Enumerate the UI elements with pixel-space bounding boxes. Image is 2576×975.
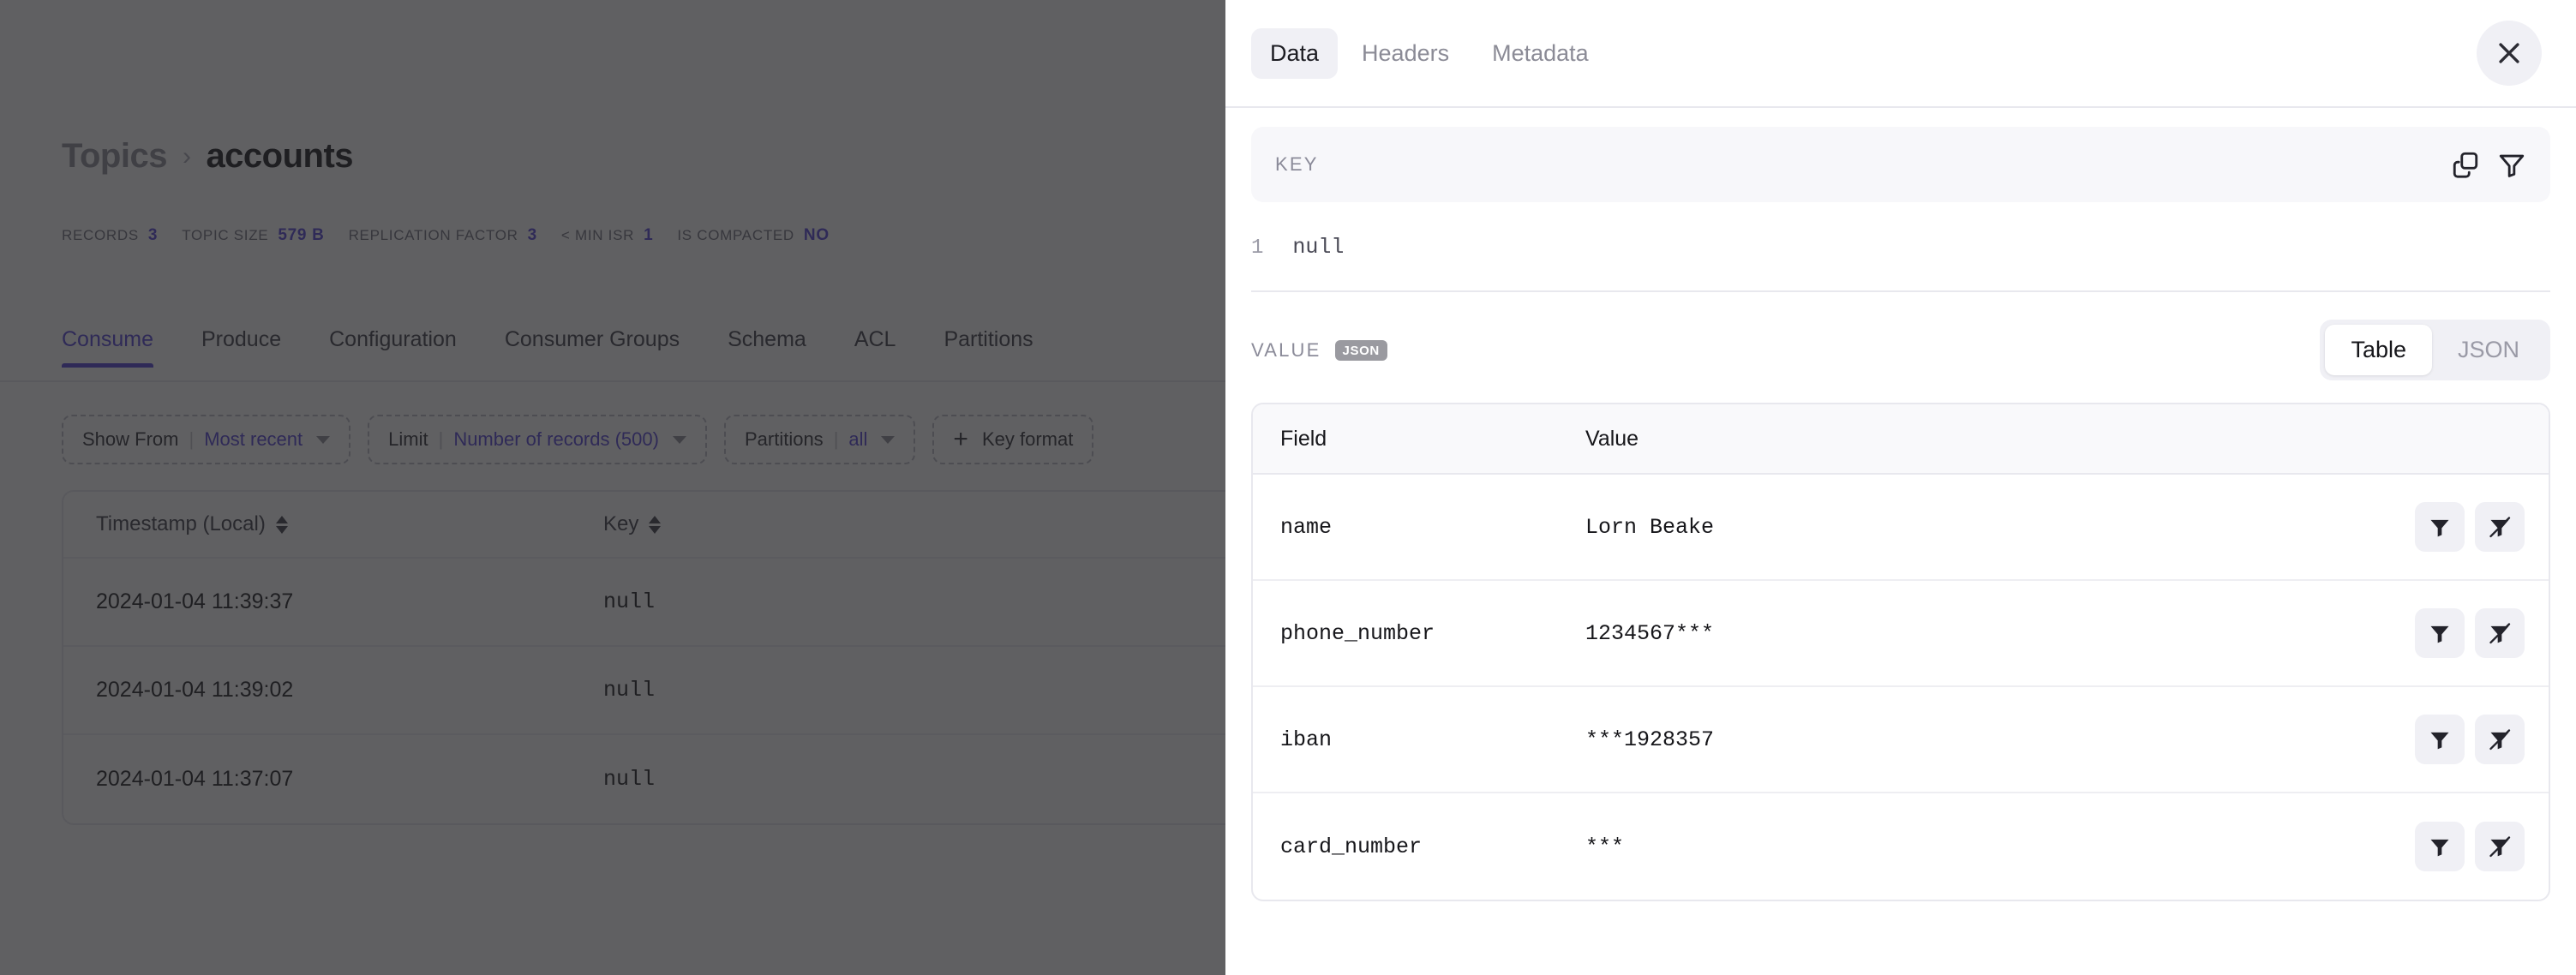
cell-field: iban: [1280, 727, 1333, 752]
key-section-actions: [2451, 150, 2526, 179]
exclude-value-button[interactable]: [2475, 608, 2525, 658]
row-actions: [2415, 822, 2525, 871]
cell-field: phone_number: [1280, 620, 1435, 646]
filter-icon: [2428, 834, 2452, 858]
table-row: name Lorn Beake: [1253, 475, 2549, 581]
row-actions: [2415, 608, 2525, 658]
filter-by-value-button[interactable]: [2415, 715, 2465, 764]
panel-tab-data[interactable]: Data: [1251, 27, 1339, 79]
filter-by-value-button[interactable]: [2415, 608, 2465, 658]
exclude-value-button[interactable]: [2475, 822, 2525, 871]
filter-off-icon: [2488, 727, 2512, 751]
copy-icon[interactable]: [2451, 150, 2480, 179]
column-header-field: Field: [1280, 426, 1327, 451]
filter-icon: [2428, 515, 2452, 539]
key-section-label: KEY: [1275, 153, 1319, 175]
exclude-value-button[interactable]: [2475, 502, 2525, 552]
filter-icon: [2428, 621, 2452, 645]
cell-value: ***1928357: [1585, 727, 1715, 752]
panel-tab-headers[interactable]: Headers: [1343, 28, 1468, 79]
filter-icon: [2428, 727, 2452, 751]
value-section-header: VALUE JSON Table JSON: [1251, 292, 2550, 403]
cell-value: 1234567***: [1585, 620, 1715, 646]
panel-body: KEY 1 null VALUE JSON Table JSON Field V…: [1225, 108, 2576, 975]
row-actions: [2415, 502, 2525, 552]
key-section-header: KEY: [1251, 127, 2550, 202]
filter-icon[interactable]: [2497, 150, 2526, 179]
key-code-view: 1 null: [1251, 202, 2550, 292]
panel-tabbar: Data Headers Metadata: [1251, 27, 1608, 79]
panel-header: Data Headers Metadata: [1225, 0, 2576, 108]
cell-value: Lorn Beake: [1585, 514, 1715, 540]
format-badge: JSON: [1334, 339, 1387, 361]
table-row: phone_number 1234567***: [1253, 581, 2549, 687]
column-header-value: Value: [1585, 426, 1639, 451]
view-toggle-json[interactable]: JSON: [2432, 325, 2545, 375]
filter-off-icon: [2488, 834, 2512, 858]
record-detail-panel: Data Headers Metadata KEY 1 null VALUE J…: [1225, 0, 2576, 975]
filter-off-icon: [2488, 621, 2512, 645]
panel-tab-metadata[interactable]: Metadata: [1473, 28, 1608, 79]
cell-field: name: [1280, 514, 1333, 540]
view-toggle-table[interactable]: Table: [2325, 325, 2432, 375]
filter-off-icon: [2488, 515, 2512, 539]
filter-by-value-button[interactable]: [2415, 502, 2465, 552]
filter-by-value-button[interactable]: [2415, 822, 2465, 871]
row-actions: [2415, 715, 2525, 764]
close-panel-button[interactable]: [2477, 21, 2542, 86]
value-view-toggle: Table JSON: [2320, 320, 2550, 380]
line-number: 1: [1251, 236, 1264, 260]
close-icon: [2495, 39, 2524, 68]
cell-value: ***: [1585, 834, 1625, 859]
exclude-value-button[interactable]: [2475, 715, 2525, 764]
table-row: card_number ***: [1253, 793, 2549, 900]
value-section-label: VALUE: [1251, 338, 1321, 361]
value-table-header: Field Value: [1253, 404, 2549, 475]
value-field-table: Field Value name Lorn Beake phone_number…: [1251, 403, 2550, 901]
cell-field: card_number: [1280, 834, 1423, 859]
key-value: null: [1292, 235, 1345, 260]
table-row: iban ***1928357: [1253, 687, 2549, 793]
